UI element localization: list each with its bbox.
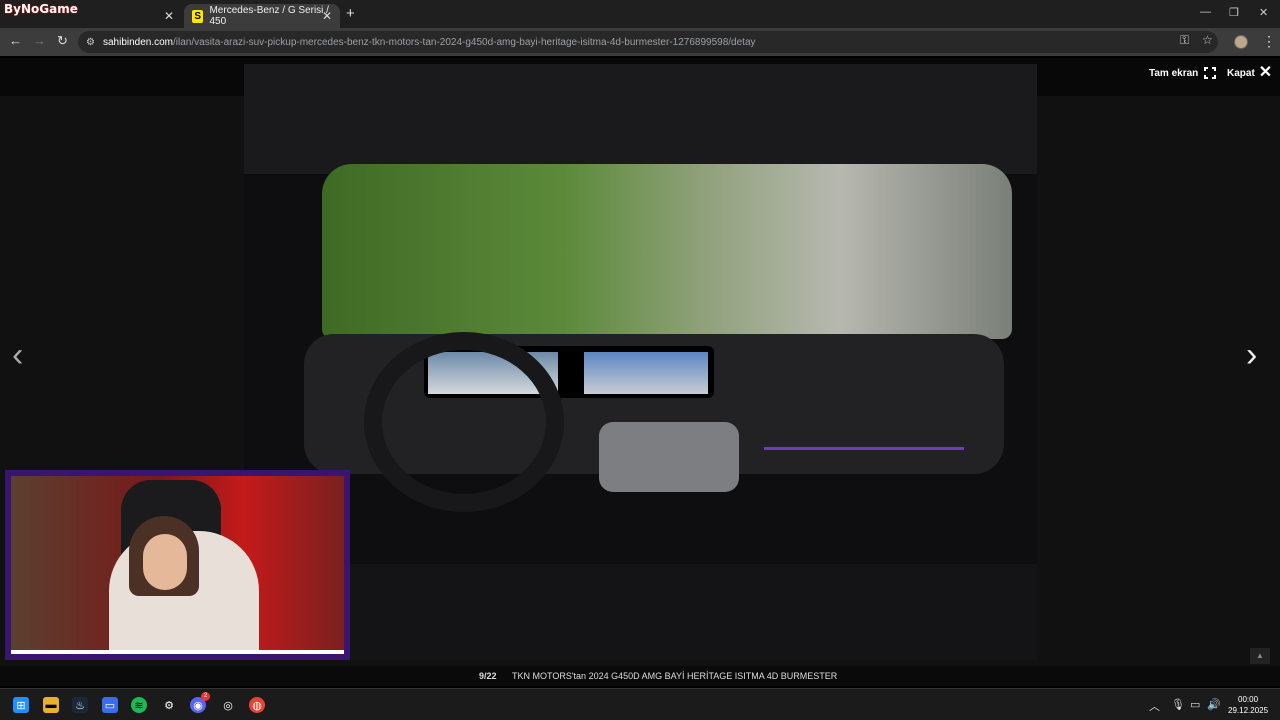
desktop-app-icon[interactable]: ▭ — [102, 697, 118, 713]
photo-steering-wheel — [364, 332, 564, 512]
webcam-streamer-face — [143, 534, 187, 590]
tray-overflow-icon[interactable]: ︿ — [1149, 698, 1160, 714]
new-tab-icon[interactable]: + — [346, 5, 355, 22]
volume-icon[interactable]: 🔊 — [1207, 698, 1221, 711]
microphone-icon[interactable]: 🎙 — [1171, 698, 1185, 711]
reload-icon[interactable]: ↻ — [57, 33, 68, 49]
browser-toolbar: ← → ↻ ⚙ sahibinden.com/ilan/vasita-arazi… — [0, 28, 1280, 56]
windows-taskbar: ⊞ ▬ ♨ ▭ ≋ ⚙ ◉ 2 ◎ ◍ ︿ 🎙 ▭ 🔊 00:00 29.12.… — [0, 688, 1280, 720]
next-photo-arrow-icon[interactable]: › — [1246, 336, 1257, 375]
photo-caption-bar: 9/22 TKN MOTORS'tan 2024 G450D AMG BAYİ … — [0, 666, 1280, 686]
display-icon[interactable]: ▭ — [1190, 698, 1200, 711]
webcam-feed — [11, 476, 344, 654]
car-interior-photo — [244, 64, 1037, 660]
site-info-icon[interactable]: ⚙ — [86, 37, 95, 48]
close-tab-icon[interactable]: ✕ — [322, 9, 332, 23]
url-path: /ilan/vasita-arazi-suv-pickup-mercedes-b… — [173, 36, 756, 48]
close-label: Kapat — [1227, 67, 1255, 79]
photo-counter: 9/22 — [479, 671, 497, 681]
scroll-top-icon[interactable]: ▲ — [1250, 648, 1270, 664]
photo-center-console — [599, 422, 739, 492]
tab-active[interactable]: S Mercedes-Benz / G Serisi / 450 ✕ — [184, 4, 340, 28]
minimize-icon[interactable]: — — [1200, 6, 1211, 18]
photo-seats — [244, 564, 1037, 660]
restore-icon[interactable]: ❐ — [1229, 6, 1239, 19]
photo-navigation-screen — [584, 352, 708, 394]
url-host: sahibinden.com — [102, 36, 174, 48]
system-clock[interactable]: 00:00 29.12.2025 — [1228, 694, 1268, 716]
password-key-icon[interactable]: ⚿ — [1180, 33, 1189, 48]
file-explorer-icon[interactable]: ▬ — [43, 697, 59, 713]
profile-avatar[interactable] — [1234, 35, 1248, 49]
steam-icon[interactable]: ♨ — [72, 697, 88, 713]
webcam-progress-bar — [11, 650, 344, 654]
obs-icon[interactable]: ◎ — [220, 697, 236, 713]
tab-strip: ✕ ByNoGame S Mercedes-Benz / G Serisi / … — [0, 0, 1280, 28]
browser-menu-icon[interactable]: ⋮ — [1262, 33, 1276, 50]
forward-icon[interactable]: → — [33, 33, 46, 48]
spotify-icon[interactable]: ≋ — [131, 697, 147, 713]
previous-photo-arrow-icon[interactable]: ‹ — [12, 336, 23, 375]
chrome-icon[interactable]: ◍ — [249, 697, 265, 713]
streamer-brand-logo: ByNoGame — [4, 2, 78, 16]
settings-gear-icon[interactable]: ⚙ — [161, 697, 177, 713]
close-icon: ✕ — [1258, 64, 1273, 81]
close-window-icon[interactable]: ✕ — [1259, 6, 1268, 19]
close-viewer-button[interactable]: Kapat ✕ — [1227, 64, 1273, 81]
photo-windshield-view — [322, 164, 1012, 339]
photo-ambient-light — [764, 447, 964, 450]
photo-headliner — [244, 64, 1037, 174]
discord-badge: 2 — [201, 692, 210, 701]
windows-start-icon[interactable]: ⊞ — [13, 697, 29, 713]
fullscreen-label: Tam ekran — [1149, 67, 1199, 79]
fullscreen-button[interactable]: Tam ekran — [1149, 67, 1217, 79]
clock-time: 00:00 — [1238, 695, 1259, 704]
bookmark-star-icon[interactable]: ☆ — [1202, 33, 1213, 47]
address-bar[interactable]: ⚙ sahibinden.com/ilan/vasita-arazi-suv-p… — [78, 31, 1218, 53]
back-icon[interactable]: ← — [9, 33, 22, 48]
streamer-webcam-overlay — [5, 470, 350, 660]
close-tab-icon[interactable]: ✕ — [164, 9, 174, 23]
fullscreen-icon — [1204, 67, 1217, 79]
sahibinden-favicon-icon: S — [192, 9, 204, 23]
clock-date: 29.12.2025 — [1228, 706, 1269, 715]
tab-label: Mercedes-Benz / G Serisi / 450 — [209, 5, 329, 27]
photo-caption: TKN MOTORS'tan 2024 G450D AMG BAYİ HERİT… — [512, 671, 838, 681]
